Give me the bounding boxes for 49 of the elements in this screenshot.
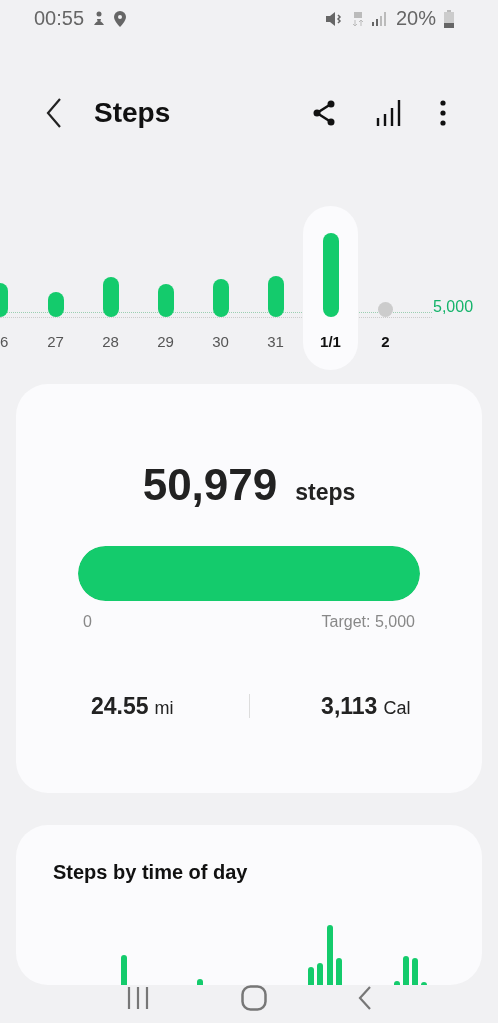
distance-value: 24.55: [90, 692, 149, 720]
recent-apps-icon[interactable]: [125, 987, 150, 1009]
time-bar: [327, 925, 333, 985]
day-column[interactable]: 27: [28, 205, 83, 370]
day-column[interactable]: 31: [248, 205, 303, 370]
time-bar: [197, 979, 203, 985]
battery-icon: [444, 9, 454, 28]
target-label: 5,000: [433, 297, 474, 317]
person-icon: [92, 10, 107, 27]
day-column[interactable]: 6: [0, 205, 28, 370]
day-bar: [157, 283, 174, 317]
time-bar: [403, 956, 409, 985]
chart-icon[interactable]: [376, 99, 402, 126]
day-column[interactable]: 29: [138, 205, 193, 370]
mute-icon: [325, 11, 344, 26]
data-icon: [351, 10, 364, 27]
home-icon[interactable]: [241, 985, 267, 1011]
back-icon[interactable]: [46, 97, 62, 128]
selected-day-column[interactable]: 1/1: [303, 205, 358, 370]
day-bar: [212, 278, 229, 317]
steps-unit: steps: [295, 478, 356, 506]
signal-icon: [371, 11, 388, 26]
battery-percentage: 20%: [395, 7, 436, 31]
time-bar: [394, 981, 400, 985]
time-bar: [336, 958, 342, 985]
progress-start-label: 0: [83, 612, 92, 631]
time-bar: [412, 958, 418, 985]
time-bar: [308, 967, 314, 985]
day-bar: [267, 275, 284, 317]
day-bar: [47, 291, 64, 317]
calories-unit: Cal: [383, 697, 411, 719]
progress-target-label: Target: 5,000: [321, 612, 415, 631]
card-title: Steps by time of day: [53, 861, 249, 885]
share-icon[interactable]: [312, 99, 336, 126]
step-count: 50,979: [142, 459, 278, 510]
location-icon: [114, 10, 127, 27]
status-time: 00:55: [34, 7, 85, 31]
no-data-dot: [378, 301, 393, 317]
time-bar: [317, 963, 323, 985]
day-bar: [102, 276, 119, 317]
distance-unit: mi: [154, 697, 174, 719]
day-column[interactable]: 30: [193, 205, 248, 370]
more-options-icon[interactable]: [440, 99, 446, 126]
day-column[interactable]: 28: [83, 205, 138, 370]
page-title: Steps: [94, 96, 171, 129]
day-column[interactable]: 2: [358, 205, 413, 370]
calories-value: 3,113: [321, 692, 378, 720]
time-bar: [121, 955, 127, 985]
time-bar: [421, 982, 427, 985]
